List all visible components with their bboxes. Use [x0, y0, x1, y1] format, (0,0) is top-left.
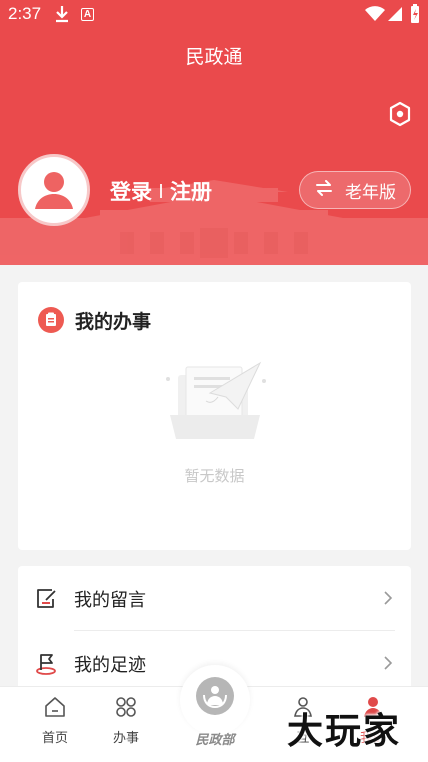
- page-title: 民政通: [185, 46, 243, 68]
- list-item-label: 我的足迹: [74, 655, 146, 676]
- list-item-label: 我的留言: [74, 590, 146, 611]
- nav-home[interactable]: 首页: [25, 695, 85, 746]
- ministry-logo-icon: [196, 677, 234, 715]
- watermark-logo: 大玩家: [287, 711, 402, 752]
- chevron-right-icon: [383, 590, 393, 610]
- status-bar: 2:37 A: [0, 0, 428, 30]
- nav-center-label: 民政部: [195, 733, 235, 748]
- list-item-my-messages[interactable]: 我的留言: [18, 566, 411, 631]
- profile-header: 2:37 A 民政通 登录 注册 老年版: [0, 0, 428, 265]
- services-grid-icon: [116, 697, 136, 717]
- accessibility-a-icon: A: [81, 8, 94, 21]
- wifi-icon: [365, 6, 385, 26]
- my-affairs-title: 我的办事: [75, 311, 152, 333]
- nav-home-label: 首页: [41, 731, 68, 746]
- register-link[interactable]: 注册: [170, 176, 212, 206]
- clipboard-icon: [38, 307, 64, 333]
- elder-mode-label: 老年版: [345, 182, 396, 203]
- swap-arrows-icon: [315, 179, 333, 201]
- battery-icon: [410, 4, 420, 28]
- screen: 2:37 A 民政通 登录 注册 老年版 我的办事 暂无数据 我的留言 我的足迹…: [0, 0, 428, 762]
- download-icon: [54, 4, 70, 28]
- login-register-divider: [160, 184, 162, 198]
- login-link[interactable]: 登录: [110, 176, 152, 206]
- avatar[interactable]: [18, 154, 90, 226]
- settings-icon[interactable]: [386, 100, 414, 132]
- signal-icon: [387, 6, 403, 26]
- nav-services-label: 办事: [112, 731, 139, 746]
- login-register-row: 登录 注册: [110, 176, 212, 206]
- nav-center-ministry[interactable]: [180, 665, 250, 735]
- message-edit-icon: [34, 586, 58, 614]
- empty-state-text: 暂无数据: [184, 467, 245, 485]
- footprint-flag-icon: [34, 651, 58, 679]
- home-icon: [45, 697, 65, 717]
- empty-state-illustration: [166, 361, 266, 439]
- status-time: 2:37: [8, 4, 42, 23]
- elder-mode-button[interactable]: 老年版: [299, 171, 411, 209]
- chevron-right-icon: [383, 655, 393, 675]
- my-affairs-card: 我的办事 暂无数据: [18, 282, 411, 550]
- nav-services[interactable]: 办事: [96, 695, 156, 746]
